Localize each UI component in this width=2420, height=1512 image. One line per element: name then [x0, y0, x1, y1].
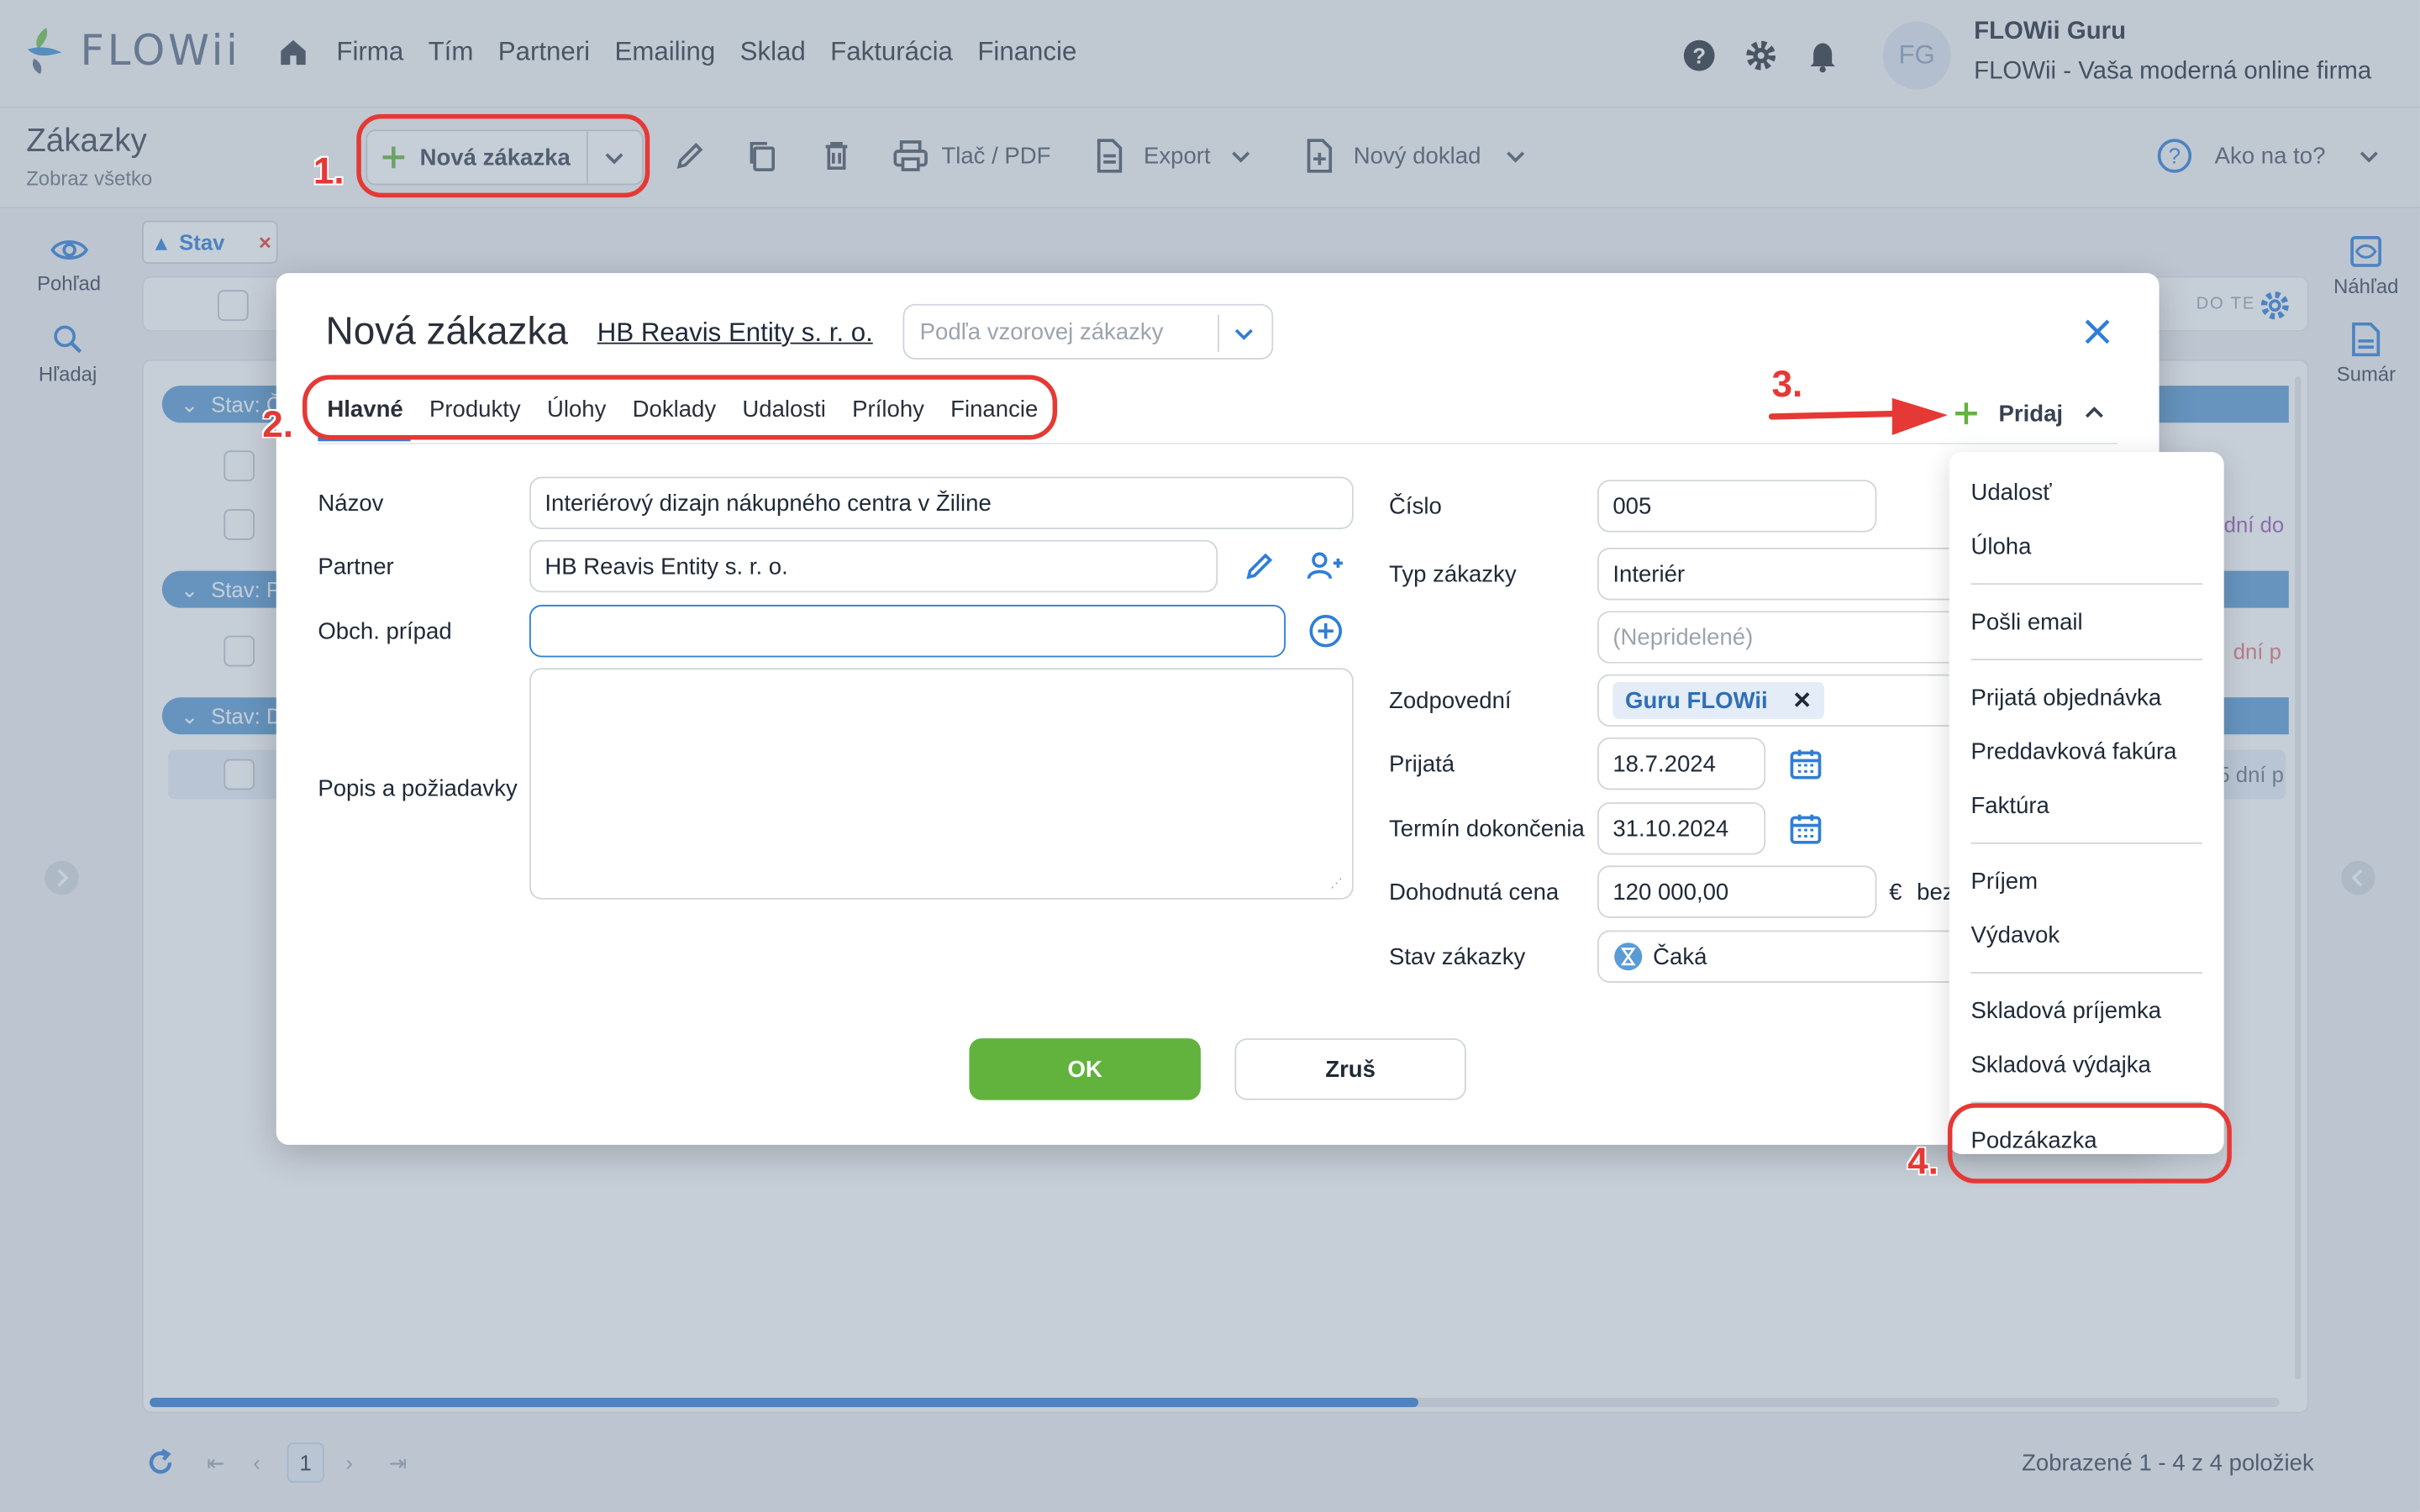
menu-item-expense[interactable]: Výdavok	[1970, 922, 2060, 948]
hourglass-icon	[1612, 941, 1644, 972]
menu-divider	[1970, 659, 2202, 661]
responsible-label: Zodpovední	[1389, 688, 1512, 715]
menu-item-invoice[interactable]: Faktúra	[1970, 793, 2049, 819]
add-person-icon[interactable]	[1306, 549, 1346, 583]
name-field[interactable]: Interiérový dizajn nákupného centra v Ži…	[529, 476, 1354, 529]
price-field[interactable]: 120 000,00	[1597, 865, 1877, 918]
close-icon[interactable]	[2082, 317, 2113, 348]
menu-divider	[1970, 972, 2202, 974]
menu-item-income[interactable]: Príjem	[1970, 869, 2038, 895]
type-label: Typ zákazky	[1389, 561, 1517, 588]
menu-divider	[1970, 842, 2202, 844]
menu-divider	[1970, 583, 2202, 585]
add-button[interactable]: Pridaj	[1952, 400, 2106, 428]
add-menu: Udalosť Úloha Pošli email Prijatá objedn…	[1949, 452, 2224, 1154]
case-field[interactable]	[529, 604, 1286, 658]
due-date-field[interactable]: 31.10.2024	[1597, 802, 1766, 855]
due-label: Termín dokončenia	[1389, 816, 1585, 843]
menu-item-received-order[interactable]: Prijatá objednávka	[1970, 685, 2161, 711]
divider	[1218, 314, 1219, 352]
resize-handle-icon[interactable]: ⋰	[1330, 876, 1343, 890]
partner-field[interactable]: HB Reavis Entity s. r. o.	[529, 539, 1218, 593]
responsible-tag[interactable]: Guru FLOWii ✕	[1612, 681, 1824, 719]
ok-button[interactable]: OK	[969, 1038, 1201, 1100]
number-field[interactable]: 005	[1597, 480, 1877, 533]
template-placeholder: Podľa vzorovej zákazky	[919, 318, 1164, 345]
annotation-ring-2	[302, 375, 1058, 440]
unassigned-placeholder: (Nepridelené)	[1612, 623, 1754, 651]
case-label: Obch. prípad	[318, 618, 452, 645]
menu-item-event[interactable]: Udalosť	[1970, 480, 2051, 506]
annotation-arrow-icon	[1768, 395, 1951, 441]
currency-label: €	[1889, 879, 1902, 906]
add-circle-icon[interactable]	[1309, 614, 1343, 648]
tabs-divider	[318, 443, 2118, 444]
menu-item-task[interactable]: Úloha	[1970, 533, 2031, 559]
description-label: Popis a požiadavky	[318, 775, 518, 803]
dialog-partner-link[interactable]: HB Reavis Entity s. r. o.	[597, 318, 873, 349]
annotation-number-4: 4.	[1907, 1142, 1939, 1184]
calendar-icon[interactable]	[1789, 811, 1823, 845]
type-select[interactable]: Interiér	[1597, 548, 1953, 601]
app-root: FLOWii Firma Tím Partneri Emailing Sklad…	[0, 0, 2420, 1512]
calendar-icon[interactable]	[1789, 747, 1823, 780]
partner-label: Partner	[318, 554, 394, 580]
number-label: Číslo	[1389, 493, 1442, 520]
annotation-number-2: 2.	[262, 404, 294, 446]
annotation-number-1: 1.	[313, 150, 345, 193]
menu-item-send-email[interactable]: Pošli email	[1970, 609, 2082, 635]
price-label: Dohodnutá cena	[1389, 879, 1560, 906]
received-label: Prijatá	[1389, 751, 1455, 778]
menu-item-stock-issue[interactable]: Skladová výdajka	[1970, 1053, 2150, 1079]
menu-item-advance-invoice[interactable]: Preddavková fakúra	[1970, 739, 2176, 765]
unassigned-select[interactable]: (Nepridelené)	[1597, 611, 1953, 664]
cancel-button[interactable]: Zruš	[1234, 1038, 1466, 1100]
state-value: Čaká	[1653, 943, 1707, 970]
chevron-up-icon	[2081, 402, 2106, 426]
template-select[interactable]: Podľa vzorovej zákazky	[902, 303, 1274, 360]
plus-icon	[1952, 400, 1980, 428]
responsible-field[interactable]: Guru FLOWii ✕	[1597, 674, 1953, 727]
annotation-ring-1	[356, 113, 650, 198]
edit-partner-icon[interactable]	[1243, 549, 1276, 583]
name-label: Názov	[318, 491, 384, 517]
state-select[interactable]: Čaká	[1597, 930, 1953, 983]
responsible-tag-label: Guru FLOWii	[1625, 687, 1768, 714]
add-label: Pridaj	[1998, 400, 2064, 427]
received-date-field[interactable]: 18.7.2024	[1597, 737, 1766, 790]
description-textarea[interactable]: ⋰	[529, 668, 1354, 900]
menu-item-stock-receipt[interactable]: Skladová príjemka	[1970, 998, 2161, 1024]
annotation-ring-4	[1947, 1103, 2232, 1184]
state-label: Stav zákazky	[1389, 944, 1526, 971]
dialog-title: Nová zákazka	[325, 310, 568, 354]
chevron-down-icon[interactable]	[1232, 321, 1256, 345]
remove-tag-icon[interactable]: ✕	[1792, 686, 1812, 714]
